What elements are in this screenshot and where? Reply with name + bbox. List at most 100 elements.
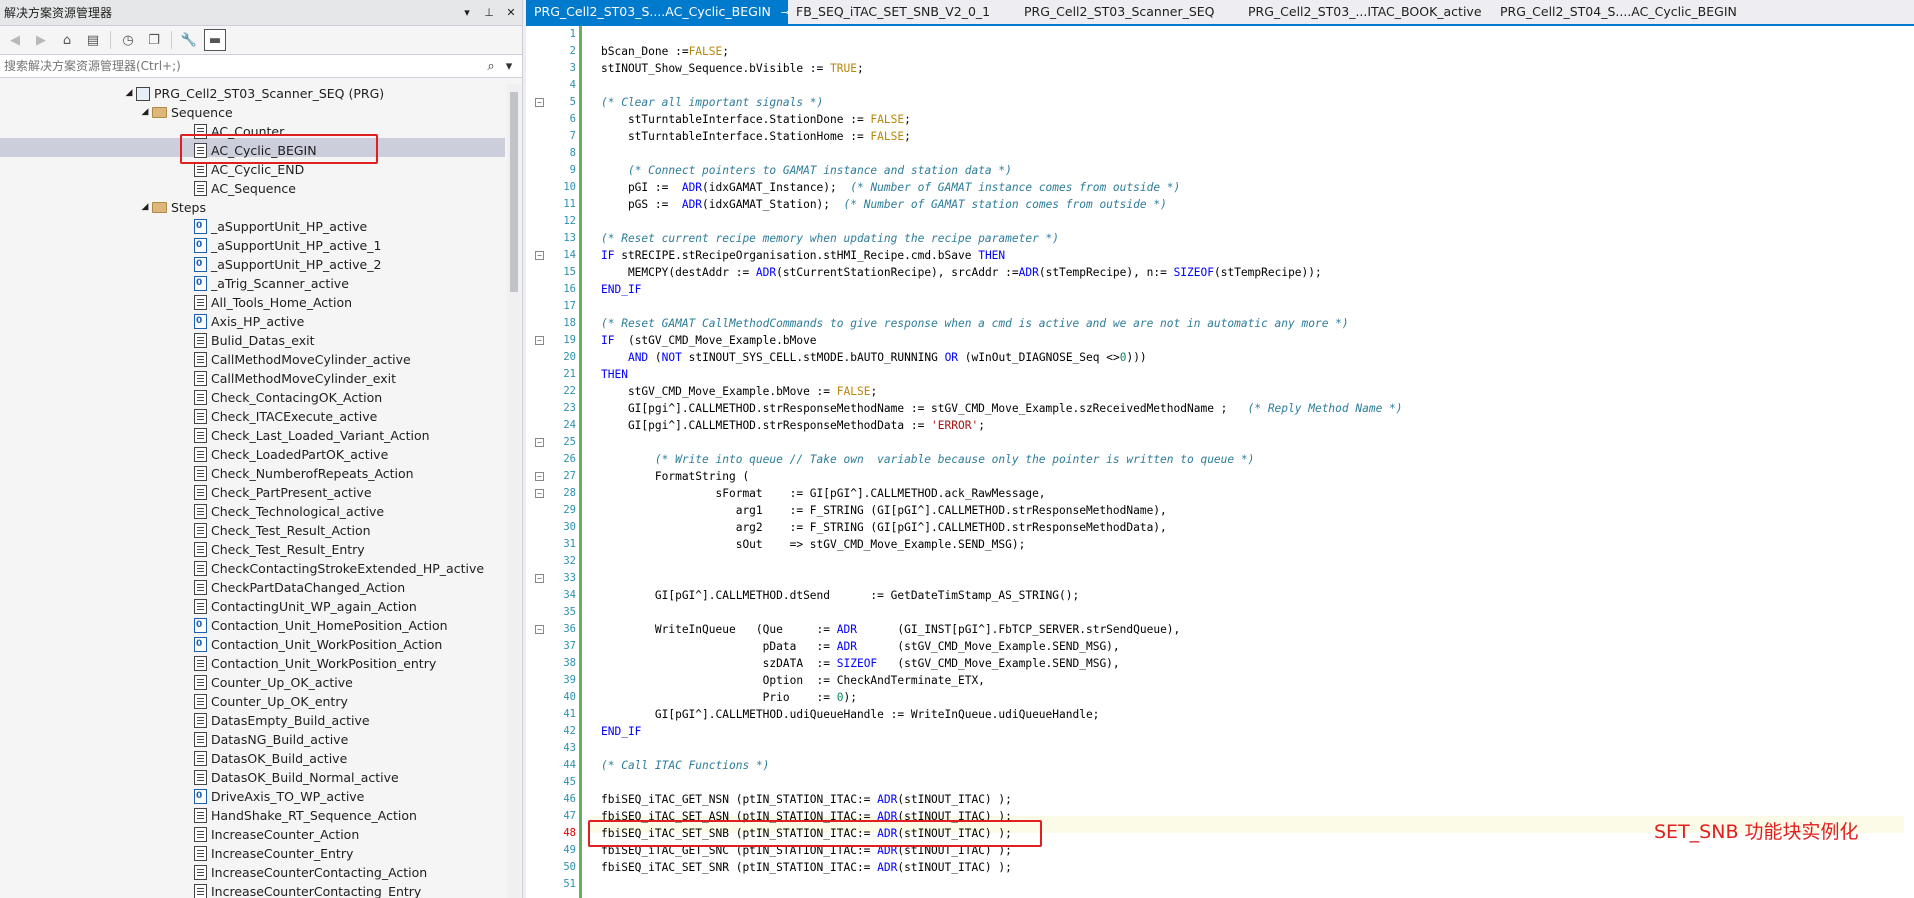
fold-toggle-icon[interactable]: − [535,574,544,583]
tree-item[interactable]: Check_ContacingOK_Action [194,388,382,407]
tree-item[interactable]: Check_Test_Result_Entry [194,540,365,559]
tree-item[interactable]: Check_PartPresent_active [194,483,372,502]
tree-item[interactable]: 0 _aSupportUnit_HP_active_2 [194,255,381,274]
code-line[interactable]: szDATA := SIZEOF (stGV_CMD_Move_Example.… [601,655,1120,672]
code-line[interactable]: IF (stGV_CMD_Move_Example.bMove [601,332,817,349]
code-line[interactable]: pData := ADR (stGV_CMD_Move_Example.SEND… [601,638,1120,655]
tree-item[interactable]: Counter_Up_OK_entry [194,692,348,711]
code-line[interactable]: pGS := ADR(idxGAMAT_Station); (* Number … [601,196,1167,213]
code-line[interactable]: GI[pGI^].CALLMETHOD.dtSend := GetDateTim… [601,587,1079,604]
code-line[interactable]: arg2 := F_STRING (GI[pGI^].CALLMETHOD.st… [601,519,1167,536]
tree-item[interactable]: 0 Contaction_Unit_HomePosition_Action [194,616,448,635]
code-line[interactable]: fbiSEQ_iTAC_SET_SNR (ptIN_STATION_ITAC:=… [601,859,1012,876]
editor-scrollbar[interactable] [1904,26,1914,898]
search-input[interactable] [4,59,482,73]
code-line[interactable]: Prio := 0); [601,689,857,706]
code-line[interactable]: (* Reset current recipe memory when upda… [601,230,1059,247]
code-line[interactable]: END_IF [601,281,641,298]
tree-item[interactable]: Counter_Up_OK_active [194,673,353,692]
code-area[interactable]: 1 2 3 4 5 6 7 8 9 10 11 12 13 14 15 16 17 18 19 20 21 22 23 24 2… [526,26,1914,898]
code-line[interactable]: stTurntableInterface.StationDone := FALS… [601,111,911,128]
fold-toggle-icon[interactable]: − [535,438,544,447]
fold-toggle-icon[interactable]: − [535,472,544,481]
close-icon[interactable]: ✕ [500,6,522,19]
fold-toggle-icon[interactable]: − [535,251,544,260]
tree-item[interactable]: ◢ Steps [138,198,206,217]
code-line[interactable]: stGV_CMD_Move_Example.bMove := FALSE; [601,383,877,400]
code-line[interactable]: (* Call ITAC Functions *) [601,757,769,774]
code-line[interactable]: GI[pgi^].CALLMETHOD.strResponseMethodDat… [601,417,985,434]
fold-toggle-icon[interactable]: − [535,98,544,107]
document-tab[interactable]: PRG_Cell2_ST03_S....AC_Cyclic_BEGIN ⊸ ✕ [526,0,805,24]
tree-item[interactable]: HandShake_RT_Sequence_Action [194,806,417,825]
fold-toggle-icon[interactable]: − [535,625,544,634]
fold-toggle-icon[interactable]: − [535,336,544,345]
code-line[interactable]: MEMCPY(destAddr := ADR(stCurrentStationR… [601,264,1322,281]
tree-item[interactable]: Check_LoadedPartOK_active [194,445,388,464]
tree-item[interactable]: Check_Test_Result_Action [194,521,371,540]
pin-icon[interactable]: ⊥ [478,6,500,19]
code-line[interactable]: fbiSEQ_iTAC_SET_ASN (ptIN_STATION_ITAC:=… [601,808,1012,825]
properties-icon[interactable]: 🔧 [178,29,200,51]
document-tab[interactable]: PRG_Cell2_ST04_S....AC_Cyclic_BEGIN [1492,0,1742,24]
code-line[interactable]: arg1 := F_STRING (GI[pGI^].CALLMETHOD.st… [601,502,1167,519]
tree-item[interactable]: Bulid_Datas_exit [194,331,314,350]
tree-item[interactable]: DatasNG_Build_active [194,730,348,749]
expand-arrow-icon[interactable]: ◢ [122,84,136,103]
tree-item[interactable]: AC_Cyclic_END [194,160,304,179]
fold-toggle-icon[interactable]: − [535,489,544,498]
pending-changes-icon[interactable]: ◷ [117,29,139,51]
code-line[interactable]: END_IF [601,723,641,740]
tree-item[interactable]: 0 _aTrig_Scanner_active [194,274,349,293]
tree-item[interactable]: ContactingUnit_WP_again_Action [194,597,417,616]
tree-item[interactable]: CheckContactingStrokeExtended_HP_active [194,559,484,578]
tree-item[interactable]: 0 _aSupportUnit_HP_active_1 [194,236,381,255]
forward-icon[interactable]: ▶ [30,29,52,51]
code-line[interactable]: THEN [601,366,628,383]
code-line[interactable]: FormatString ( [601,468,749,485]
tree-item[interactable]: CallMethodMoveCylinder_active [194,350,411,369]
collapse-all-icon[interactable]: ❐ [143,29,165,51]
tree-item[interactable]: Check_Last_Loaded_Variant_Action [194,426,430,445]
tree-item[interactable]: AC_Counter [194,122,284,141]
tree-item[interactable]: Contaction_Unit_WorkPosition_entry [194,654,436,673]
code-line[interactable]: (* Reset GAMAT CallMethodCommands to giv… [601,315,1349,332]
tree-item[interactable]: 0 Contaction_Unit_WorkPosition_Action [194,635,442,654]
code-line[interactable]: sFormat := GI[pGI^].CALLMETHOD.ack_RawMe… [601,485,1046,502]
tree-item[interactable]: CallMethodMoveCylinder_exit [194,369,396,388]
code-line[interactable]: pGI := ADR(idxGAMAT_Instance); (* Number… [601,179,1180,196]
tree-item[interactable]: 0 Axis_HP_active [194,312,304,331]
explorer-scrollbar-thumb[interactable] [510,92,518,292]
back-icon[interactable]: ◀ [4,29,26,51]
code-line[interactable]: GI[pGI^].CALLMETHOD.udiQueueHandle := Wr… [601,706,1100,723]
code-line[interactable]: (* Clear all important signals *) [601,94,823,111]
code-line[interactable]: AND (NOT stINOUT_SYS_CELL.stMODE.bAUTO_R… [601,349,1147,366]
tree-item[interactable]: IncreaseCounterContacting_Action [194,863,427,882]
expand-arrow-icon[interactable]: ◢ [138,198,152,217]
tree-item[interactable]: DatasOK_Build_Normal_active [194,768,399,787]
code-line[interactable]: stTurntableInterface.StationHome := FALS… [601,128,911,145]
tree-item[interactable]: 0 DriveAxis_TO_WP_active [194,787,364,806]
tree-item[interactable]: IncreaseCounter_Entry [194,844,353,863]
tree-item[interactable]: DatasEmpty_Build_active [194,711,370,730]
tree-item[interactable]: Check_NumberofRepeats_Action [194,464,414,483]
tree-item[interactable]: AC_Cyclic_BEGIN [194,141,317,160]
code-line[interactable]: IF stRECIPE.stRecipeOrganisation.stHMI_R… [601,247,1005,264]
tree-item[interactable]: 0 _aSupportUnit_HP_active [194,217,367,236]
tree-item[interactable]: ◢ Sequence [138,103,233,122]
tree-item[interactable]: All_Tools_Home_Action [194,293,352,312]
code-line[interactable]: stINOUT_Show_Sequence.bVisible := TRUE; [601,60,864,77]
code-line[interactable]: fbiSEQ_iTAC_GET_NSN (ptIN_STATION_ITAC:=… [601,791,1012,808]
search-options-icon[interactable]: ▾ [500,59,518,74]
expand-arrow-icon[interactable]: ◢ [138,103,152,122]
code-line[interactable]: GI[pgi^].CALLMETHOD.strResponseMethodNam… [601,400,1403,417]
code-line[interactable]: (* Write into queue // Take own variable… [601,451,1254,468]
code-line[interactable]: fbiSEQ_iTAC_SET_SNB (ptIN_STATION_ITAC:=… [601,825,1012,842]
dropdown-icon[interactable]: ▾ [456,6,478,19]
search-icon[interactable]: ⌕ [482,59,500,74]
switch-views-icon[interactable]: ▤ [82,29,104,51]
document-tab[interactable]: PRG_Cell2_ST03_...ITAC_BOOK_active [1240,0,1492,24]
tree-item[interactable]: DatasOK_Build_active [194,749,347,768]
home-icon[interactable]: ⌂ [56,29,78,51]
code-line[interactable]: sOut => stGV_CMD_Move_Example.SEND_MSG); [601,536,1026,553]
